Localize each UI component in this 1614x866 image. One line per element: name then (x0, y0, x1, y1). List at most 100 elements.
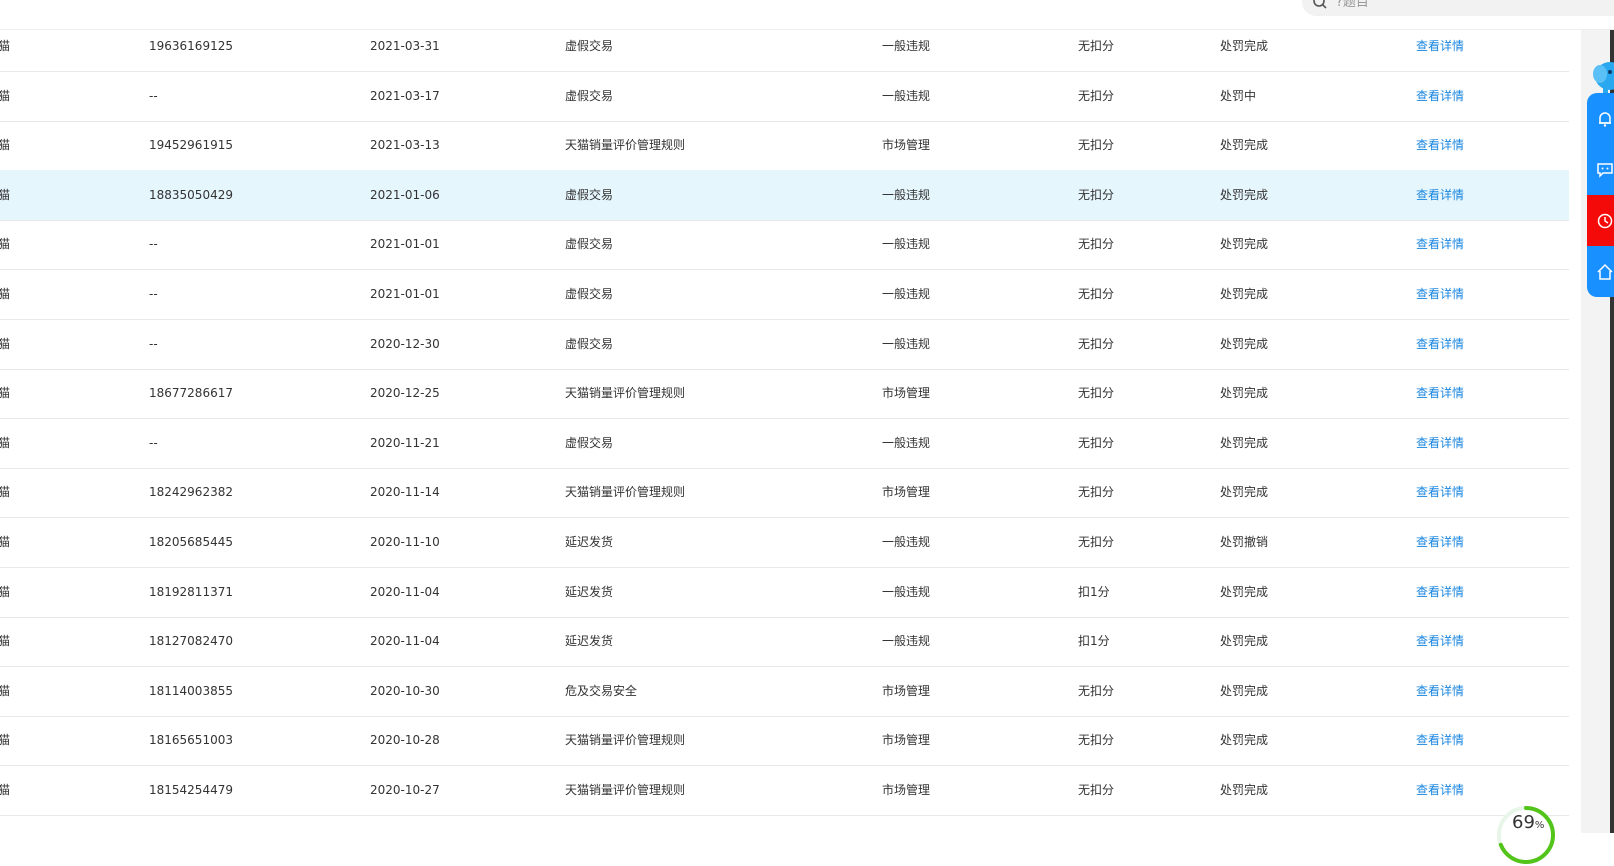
view-details-link[interactable]: 查看详情 (1416, 219, 1464, 270)
message-button[interactable] (1587, 144, 1614, 195)
table-row: 猫 18192811371 2020-11-04 延迟发货 一般违规 扣1分 处罚完成 查看详… (0, 567, 1569, 618)
side-toolbar (1587, 93, 1614, 297)
date-cell: 2020-11-21 (370, 435, 440, 450)
table-row: 猫 18114003855 2020-10-30 危及交易安全 市场管理 无扣分 处罚完成 查… (0, 666, 1569, 717)
store-cell: 猫 (0, 138, 11, 153)
status-cell: 处罚完成 (1220, 336, 1269, 351)
alarm-button[interactable] (1587, 195, 1614, 246)
type-cell: 一般违规 (882, 39, 931, 53)
view-details-link[interactable]: 查看详情 (1416, 765, 1464, 816)
store-cell: 猫 (0, 386, 11, 401)
store-cell: 猫 (0, 187, 11, 202)
view-details-link[interactable]: 查看详情 (1416, 567, 1464, 618)
view-details-link[interactable]: 查看详情 (1416, 368, 1464, 419)
table-row: 猫 18165651003 2020-10-28 天猫销量评价管理规则 市场管理 无扣分 处… (0, 715, 1569, 767)
chat-icon (1597, 163, 1613, 178)
search-box[interactable]: ?题目 (1302, 0, 1614, 16)
type-cell: 一般违规 (882, 535, 931, 549)
reason-cell: 天猫销量评价管理规则 (565, 733, 686, 748)
score-cell: 扣1分 (1078, 634, 1110, 649)
violation-id-cell: -- (149, 287, 158, 301)
status-cell: 处罚完成 (1220, 287, 1269, 301)
home-button[interactable] (1587, 246, 1614, 297)
date-cell: 2020-11-14 (370, 485, 440, 500)
view-details-link[interactable]: 查看详情 (1416, 467, 1464, 518)
view-details-link[interactable]: 查看详情 (1416, 418, 1464, 469)
score-cell: 无扣分 (1078, 783, 1115, 797)
violation-id-cell: 18192811371 (149, 584, 233, 599)
table-row: 猫 -- 2021-01-01 虚假交易 一般违规 无扣分 处罚完成 查看详情 (0, 269, 1569, 320)
score-cell: 无扣分 (1078, 39, 1115, 53)
score-cell: 无扣分 (1078, 187, 1115, 202)
status-cell: 处罚完成 (1220, 138, 1269, 153)
violation-id-cell: -- (149, 88, 158, 103)
status-cell: 处罚完成 (1220, 584, 1269, 599)
violation-id-cell: -- (149, 237, 158, 252)
status-cell: 处罚完成 (1220, 634, 1269, 649)
score-cell: 无扣分 (1078, 386, 1115, 401)
status-cell: 处罚完成 (1220, 435, 1269, 450)
view-details-link[interactable]: 查看详情 (1416, 715, 1464, 766)
view-details-link[interactable]: 查看详情 (1416, 517, 1464, 568)
store-cell: 猫 (0, 336, 11, 351)
score-cell: 无扣分 (1078, 88, 1115, 103)
reason-cell: 延迟发货 (565, 584, 614, 599)
status-cell: 处罚完成 (1220, 783, 1269, 797)
table-row: 猫 -- 2020-12-30 虚假交易 一般违规 无扣分 处罚完成 查看详情 (0, 319, 1569, 370)
reason-cell: 天猫销量评价管理规则 (565, 783, 686, 797)
date-cell: 2021-03-17 (370, 88, 440, 103)
type-cell: 市场管理 (882, 783, 931, 797)
store-cell: 猫 (0, 584, 11, 599)
top-bar: ?题目 (0, 0, 1614, 30)
view-details-link[interactable]: 查看详情 (1416, 616, 1464, 667)
reason-cell: 虚假交易 (565, 88, 614, 103)
type-cell: 一般违规 (882, 287, 931, 301)
mascot-icon[interactable] (1590, 58, 1614, 94)
view-details-link[interactable]: 查看详情 (1416, 30, 1464, 72)
table-row: 猫 18835050429 2021-01-06 虚假交易 一般违规 无扣分 处罚完成 查看详… (0, 169, 1569, 221)
table-row: 猫 18677286617 2020-12-25 天猫销量评价管理规则 市场管理 无扣分 处… (0, 368, 1569, 420)
violation-id-cell: -- (149, 336, 158, 351)
store-cell: 猫 (0, 88, 11, 103)
view-details-link[interactable]: 查看详情 (1416, 269, 1464, 320)
status-cell: 处罚完成 (1220, 237, 1269, 252)
score-cell: 无扣分 (1078, 485, 1115, 500)
store-cell: 猫 (0, 287, 11, 301)
reason-cell: 天猫销量评价管理规则 (565, 138, 686, 153)
reason-cell: 虚假交易 (565, 287, 614, 301)
score-cell: 无扣分 (1078, 535, 1115, 549)
type-cell: 一般违规 (882, 187, 931, 202)
view-details-link[interactable]: 查看详情 (1416, 120, 1464, 171)
store-cell: 猫 (0, 435, 11, 450)
type-cell: 市场管理 (882, 733, 931, 748)
violation-id-cell: 18127082470 (149, 634, 233, 649)
type-cell: 市场管理 (882, 386, 931, 401)
store-cell: 猫 (0, 683, 11, 698)
date-cell: 2021-01-06 (370, 187, 440, 202)
violation-id-cell: 19452961915 (149, 138, 233, 153)
table-row: 猫 -- 2021-03-17 虚假交易 一般违规 无扣分 处罚中 查看详情 (0, 71, 1569, 122)
type-cell: 一般违规 (882, 435, 931, 450)
date-cell: 2020-10-27 (370, 783, 440, 797)
type-cell: 一般违规 (882, 336, 931, 351)
violation-id-cell: 18154254479 (149, 783, 233, 797)
alarm-icon (1597, 213, 1613, 229)
store-cell: 猫 (0, 237, 11, 252)
reason-cell: 延迟发货 (565, 535, 614, 549)
violation-id-cell: 18242962382 (149, 485, 233, 500)
score-cell: 无扣分 (1078, 138, 1115, 153)
reason-cell: 虚假交易 (565, 39, 614, 53)
violation-id-cell: 19636169125 (149, 39, 233, 53)
date-cell: 2020-12-30 (370, 336, 440, 351)
score-cell: 无扣分 (1078, 237, 1115, 252)
type-cell: 一般违规 (882, 237, 931, 252)
view-details-link[interactable]: 查看详情 (1416, 319, 1464, 370)
type-cell: 一般违规 (882, 584, 931, 599)
search-icon (1313, 0, 1327, 9)
type-cell: 市场管理 (882, 683, 931, 698)
view-details-link[interactable]: 查看详情 (1416, 71, 1464, 122)
notification-button[interactable] (1587, 93, 1614, 144)
view-details-link[interactable]: 查看详情 (1416, 666, 1464, 717)
view-details-link[interactable]: 查看详情 (1416, 170, 1464, 221)
table-row: 猫 18205685445 2020-11-10 延迟发货 一般违规 无扣分 处罚撤销 查看详… (0, 517, 1569, 568)
